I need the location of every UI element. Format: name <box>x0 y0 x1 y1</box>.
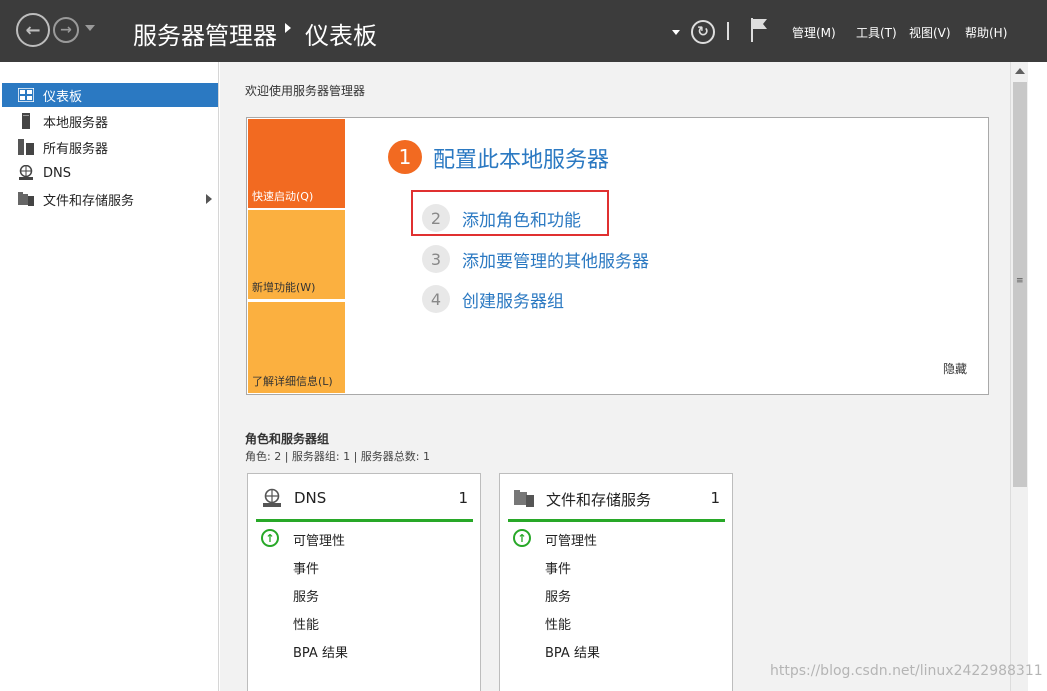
card-row-performance[interactable]: 性能 <box>293 614 319 633</box>
arrow-right-icon: → <box>60 22 72 38</box>
status-bar <box>256 519 473 522</box>
menu-tools[interactable]: 工具(T) <box>856 24 897 41</box>
forward-button[interactable]: → <box>53 17 79 43</box>
watermark: https://blog.csdn.net/linux2422988311 <box>770 663 1043 679</box>
configure-local-server-link[interactable]: 配置此本地服务器 <box>433 142 609 174</box>
sidebar-item-label: 本地服务器 <box>43 115 109 131</box>
sidebar: 仪表板 本地服务器 所有服务器 DNS 文件和存储服务 <box>0 62 219 691</box>
card-count: 1 <box>458 489 468 507</box>
tile-whats-new[interactable]: 新增功能(W) <box>248 210 345 299</box>
toolbar-dropdown-icon[interactable] <box>672 30 680 35</box>
highlight-annotation-box <box>411 190 609 236</box>
card-title: 文件和存储服务 <box>546 491 652 509</box>
scroll-thumb[interactable]: ≡ <box>1013 82 1027 487</box>
card-header[interactable]: DNS 1 <box>248 474 480 520</box>
breadcrumb-separator-icon <box>285 23 291 33</box>
card-row-events[interactable]: 事件 <box>293 558 319 577</box>
menu-manage[interactable]: 管理(M) <box>792 24 836 41</box>
card-row-services[interactable]: 服务 <box>293 586 319 605</box>
welcome-title: 欢迎使用服务器管理器 <box>245 84 366 98</box>
app-title: 服务器管理器 <box>133 22 277 50</box>
toolbar-divider <box>727 22 729 40</box>
status-ok-icon: ↑ <box>261 529 279 547</box>
main-content: 欢迎使用服务器管理器 快速启动(Q) 新增功能(W) 了解详细信息(L) 1 配… <box>220 62 1010 691</box>
arrow-left-icon: ← <box>25 19 41 41</box>
step-1-number: 1 <box>388 140 422 174</box>
sidebar-item-label: DNS <box>43 165 71 181</box>
window-edge <box>1028 62 1047 691</box>
card-header[interactable]: 文件和存储服务 1 <box>500 474 732 520</box>
status-ok-icon: ↑ <box>513 529 531 547</box>
tile-quick-start[interactable]: 快速启动(Q) <box>248 119 345 208</box>
step-number: 3 <box>422 245 450 273</box>
dns-icon <box>18 165 34 181</box>
roles-section-title: 角色和服务器组 <box>245 432 330 446</box>
scroll-up-arrow-icon[interactable] <box>1015 68 1025 74</box>
card-count: 1 <box>710 489 720 507</box>
status-bar <box>508 519 725 522</box>
card-row-services[interactable]: 服务 <box>545 586 571 605</box>
dashboard-icon <box>18 87 34 103</box>
server-icon <box>18 113 34 129</box>
menu-view[interactable]: 视图(V) <box>909 24 951 41</box>
card-title: DNS <box>294 489 327 507</box>
menu-help[interactable]: 帮助(H) <box>965 24 1007 41</box>
hide-link[interactable]: 隐藏 <box>943 360 967 377</box>
card-row-manageability[interactable]: 可管理性 <box>545 530 597 549</box>
roles-summary: 角色: 2 | 服务器组: 1 | 服务器总数: 1 <box>245 450 431 463</box>
quick-start-panel: 快速启动(Q) 新增功能(W) 了解详细信息(L) 1 配置此本地服务器 2 添… <box>246 117 989 395</box>
card-row-performance[interactable]: 性能 <box>545 614 571 633</box>
card-row-bpa[interactable]: BPA 结果 <box>545 642 600 661</box>
role-card-file-storage[interactable]: 文件和存储服务 1 ↑ 可管理性 事件 服务 性能 BPA 结果 <box>499 473 733 691</box>
create-server-group-link[interactable]: 创建服务器组 <box>462 287 564 312</box>
sidebar-item-dashboard[interactable]: 仪表板 <box>2 83 218 107</box>
page-title: 仪表板 <box>305 22 377 50</box>
title-bar: ← → 服务器管理器 仪表板 ↻ 管理(M) 工具(T) 视图(V) 帮助(H) <box>0 0 1047 62</box>
tile-learn-more[interactable]: 了解详细信息(L) <box>248 302 345 393</box>
notifications-flag-icon[interactable] <box>749 17 769 43</box>
sidebar-item-file-storage[interactable]: 文件和存储服务 <box>2 187 218 211</box>
sidebar-item-dns[interactable]: DNS <box>2 161 218 185</box>
grip-icon: ≡ <box>1016 276 1024 286</box>
history-dropdown-icon[interactable] <box>85 25 95 31</box>
dns-icon <box>263 488 281 507</box>
sidebar-item-label: 仪表板 <box>43 89 83 105</box>
card-row-manageability[interactable]: 可管理性 <box>293 530 345 549</box>
sidebar-item-label: 文件和存储服务 <box>43 193 135 209</box>
sidebar-item-all-servers[interactable]: 所有服务器 <box>2 135 218 159</box>
expand-arrow-icon[interactable] <box>206 194 212 204</box>
folder-storage-icon <box>514 490 534 507</box>
card-row-events[interactable]: 事件 <box>545 558 571 577</box>
back-button[interactable]: ← <box>16 13 50 47</box>
add-servers-link[interactable]: 添加要管理的其他服务器 <box>462 247 649 272</box>
step-number: 4 <box>422 285 450 313</box>
sidebar-item-label: 所有服务器 <box>43 141 109 157</box>
vertical-scrollbar[interactable]: ≡ <box>1010 62 1028 691</box>
card-row-bpa[interactable]: BPA 结果 <box>293 642 348 661</box>
refresh-icon[interactable]: ↻ <box>691 20 715 44</box>
servers-icon <box>18 139 34 155</box>
sidebar-item-local-server[interactable]: 本地服务器 <box>2 109 218 133</box>
role-card-dns[interactable]: DNS 1 ↑ 可管理性 事件 服务 性能 BPA 结果 <box>247 473 481 691</box>
folder-storage-icon <box>18 191 34 207</box>
